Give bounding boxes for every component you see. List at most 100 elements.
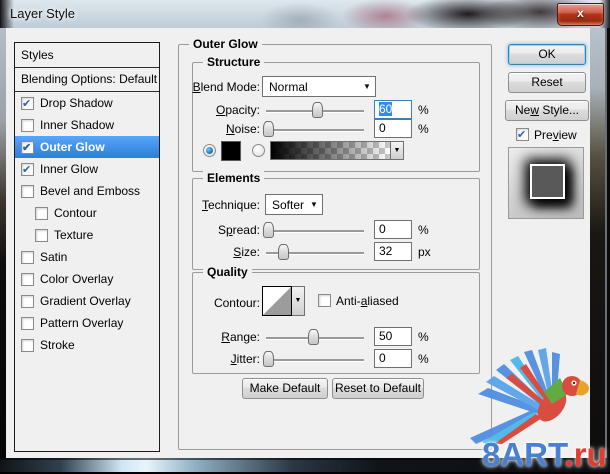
jitter-slider[interactable] — [262, 351, 364, 367]
sidebar-item-label: Texture — [54, 228, 94, 242]
ok-button[interactable]: OK — [508, 44, 586, 65]
gradient-picker[interactable]: ▼ — [270, 141, 404, 160]
make-default-button[interactable]: Make Default — [242, 378, 328, 399]
checkbox-icon[interactable] — [35, 206, 48, 220]
blend-mode-select[interactable]: Normal ▼ — [262, 76, 376, 97]
sidebar-item-inner-shadow[interactable]: Inner Shadow — [15, 114, 159, 136]
technique-select[interactable]: Softer ▼ — [265, 194, 323, 215]
sidebar-item-satin[interactable]: Satin — [15, 246, 159, 268]
preview-glow-square — [530, 164, 565, 199]
sidebar-item-texture[interactable]: Texture — [15, 224, 159, 246]
checkbox-icon[interactable] — [21, 338, 34, 352]
contour-thumbnail[interactable] — [262, 286, 292, 316]
range-label: Range: — [221, 330, 260, 344]
color-swatch[interactable] — [221, 141, 241, 161]
jitter-value: 0 — [379, 351, 386, 365]
window-title: Layer Style — [10, 6, 76, 21]
dialog-client-area: Styles Blending Options: Default Drop Sh… — [6, 28, 590, 458]
noise-slider-thumb[interactable] — [262, 121, 274, 137]
checkbox-icon[interactable] — [21, 294, 34, 308]
sidebar-item-label: Pattern Overlay — [40, 316, 124, 330]
checkbox-icon[interactable] — [21, 316, 34, 330]
sidebar-item-contour[interactable]: Contour — [15, 202, 159, 224]
range-slider[interactable] — [266, 329, 364, 345]
checkbox-icon[interactable] — [21, 250, 34, 264]
spread-input[interactable]: 0 — [374, 220, 412, 239]
styles-list: Styles Blending Options: Default Drop Sh… — [14, 42, 160, 452]
anti-aliased-checkbox[interactable] — [318, 294, 331, 307]
noise-input[interactable]: 0 — [374, 119, 412, 138]
sidebar-item-outer-glow[interactable]: Outer Glow — [15, 136, 159, 158]
range-slider-thumb[interactable] — [308, 329, 320, 345]
spread-slider[interactable] — [262, 222, 364, 238]
outer-glow-group-title: Outer Glow — [189, 37, 262, 51]
reset-button[interactable]: Reset — [508, 72, 586, 93]
reset-to-default-button[interactable]: Reset to Default — [332, 378, 424, 399]
spread-label: Spread: — [217, 223, 260, 237]
size-value: 32 — [379, 244, 393, 258]
contour-label: Contour: — [213, 296, 260, 310]
size-unit: px — [418, 245, 431, 259]
sidebar-item-drop-shadow[interactable]: Drop Shadow — [15, 92, 159, 114]
close-button[interactable]: x — [557, 3, 604, 26]
checkbox-icon[interactable] — [35, 228, 48, 242]
color-radio[interactable] — [203, 144, 216, 157]
checkbox-icon[interactable] — [21, 118, 34, 132]
elements-group-title: Elements — [203, 171, 265, 185]
size-input[interactable]: 32 — [374, 242, 412, 261]
sidebar-item-label: Color Overlay — [40, 272, 114, 286]
sidebar-item-label: Bevel and Emboss — [40, 184, 141, 198]
technique-value: Softer — [272, 197, 305, 212]
sidebar-item-gradient-overlay[interactable]: Gradient Overlay — [15, 290, 159, 312]
sidebar-item-blending-options[interactable]: Blending Options: Default — [15, 68, 159, 92]
sidebar-item-label: Contour — [54, 206, 97, 220]
opacity-input[interactable]: 60 — [374, 100, 412, 119]
size-slider-thumb[interactable] — [277, 244, 289, 260]
size-slider[interactable] — [266, 244, 364, 260]
size-label: Size: — [233, 245, 260, 259]
spread-slider-thumb[interactable] — [262, 222, 274, 238]
chevron-down-icon[interactable]: ▼ — [390, 142, 403, 159]
chevron-down-icon[interactable]: ▼ — [292, 286, 305, 316]
new-style-button[interactable]: New Style... — [505, 100, 589, 121]
sidebar-item-color-overlay[interactable]: Color Overlay — [15, 268, 159, 290]
contour-picker[interactable]: ▼ — [262, 286, 305, 316]
noise-slider[interactable] — [262, 121, 364, 137]
sidebar-item-label: Inner Shadow — [40, 118, 115, 132]
checkbox-icon[interactable] — [21, 96, 34, 111]
jitter-slider-thumb[interactable] — [262, 351, 274, 367]
noise-label: Noise: — [225, 122, 260, 136]
preview-thumbnail — [508, 147, 584, 219]
sidebar-item-bevel-and-emboss[interactable]: Bevel and Emboss — [15, 180, 159, 202]
blend-mode-value: Normal — [269, 79, 308, 94]
jitter-input[interactable]: 0 — [374, 349, 412, 368]
close-icon: x — [577, 6, 584, 20]
opacity-slider[interactable] — [266, 102, 364, 118]
noise-unit: % — [418, 122, 429, 136]
gradient-swatch[interactable] — [271, 142, 390, 159]
window-border-bottom — [0, 458, 610, 474]
checkbox-icon[interactable] — [21, 272, 34, 286]
titlebar[interactable]: Layer Style x — [0, 0, 610, 28]
opacity-slider-thumb[interactable] — [311, 102, 323, 118]
range-input[interactable]: 50 — [374, 327, 412, 346]
chevron-down-icon: ▼ — [363, 82, 371, 91]
sidebar-item-label: Stroke — [40, 338, 75, 352]
sidebar-item-pattern-overlay[interactable]: Pattern Overlay — [15, 312, 159, 334]
checkbox-icon[interactable] — [21, 162, 34, 177]
layer-style-dialog: Layer Style x Styles Blending Options: D… — [0, 0, 610, 474]
jitter-unit: % — [418, 352, 429, 366]
sidebar-item-inner-glow[interactable]: Inner Glow — [15, 158, 159, 180]
gradient-radio[interactable] — [252, 144, 265, 157]
anti-aliased-label: Anti-aliased — [336, 294, 399, 308]
checkbox-icon[interactable] — [21, 184, 34, 198]
checkbox-icon[interactable] — [21, 140, 34, 155]
opacity-label: Opacity: — [215, 103, 260, 117]
range-value: 50 — [379, 329, 393, 343]
sidebar-item-label: Gradient Overlay — [40, 294, 131, 308]
chevron-down-icon: ▼ — [310, 200, 318, 209]
sidebar-item-stroke[interactable]: Stroke — [15, 334, 159, 356]
blend-mode-label: Blend Mode: — [192, 80, 260, 94]
quality-group-title: Quality — [203, 265, 252, 279]
preview-checkbox[interactable] — [516, 128, 529, 141]
